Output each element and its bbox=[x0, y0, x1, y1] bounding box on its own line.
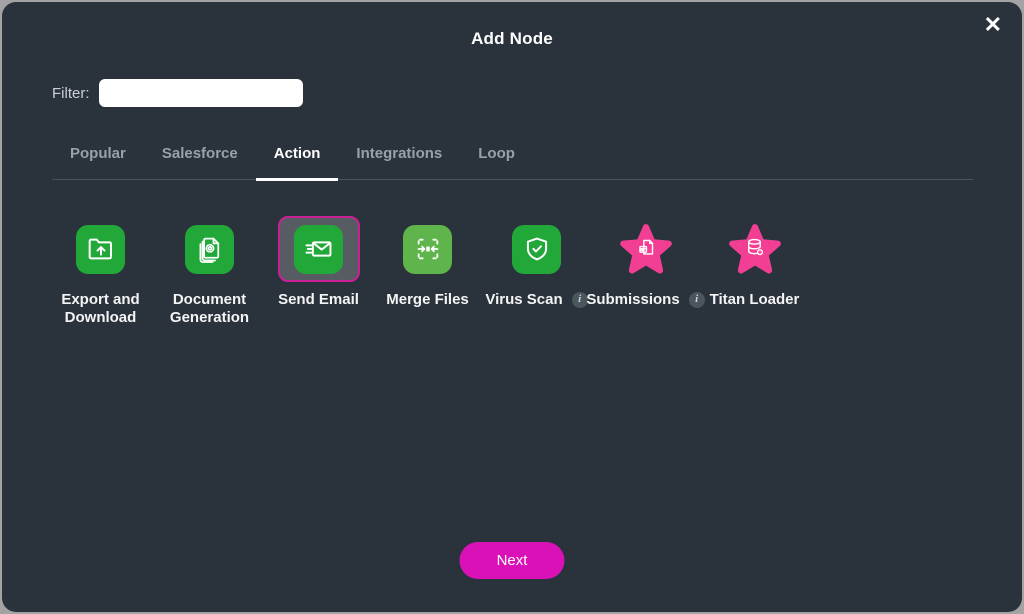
node-grid: Export and Download Document G bbox=[46, 216, 809, 327]
tile-label-text: Titan Loader bbox=[710, 291, 800, 309]
filter-label: Filter: bbox=[52, 85, 90, 102]
submission-document-icon bbox=[633, 234, 659, 260]
tile-label-text: Virus Scan bbox=[485, 291, 562, 309]
tile-label: Document Generation bbox=[155, 291, 264, 327]
tile-label-text: Send Email bbox=[278, 291, 359, 309]
light-green-square bbox=[403, 225, 452, 274]
green-square bbox=[512, 225, 561, 274]
tab-popular[interactable]: Popular bbox=[52, 137, 144, 179]
modal-title: Add Node bbox=[2, 29, 1022, 49]
green-square bbox=[294, 225, 343, 274]
tab-salesforce[interactable]: Salesforce bbox=[144, 137, 256, 179]
tab-action[interactable]: Action bbox=[256, 137, 339, 181]
tab-integrations[interactable]: Integrations bbox=[338, 137, 460, 179]
green-square bbox=[185, 225, 234, 274]
tile-icon-area bbox=[714, 216, 796, 282]
folder-upload-icon bbox=[85, 233, 117, 265]
close-icon[interactable]: ✕ bbox=[984, 14, 1002, 36]
node-tile-merge-files[interactable]: Merge Files bbox=[373, 216, 482, 327]
tile-label-text: Export and Download bbox=[46, 291, 155, 327]
node-tile-virus-scan[interactable]: Virus Scan i bbox=[482, 216, 591, 327]
selected-tile-highlight bbox=[278, 216, 360, 282]
tile-icon-area bbox=[387, 216, 469, 282]
node-tile-send-email[interactable]: Send Email bbox=[264, 216, 373, 327]
node-tile-document-generation[interactable]: Document Generation bbox=[155, 216, 264, 327]
tile-label: Merge Files bbox=[386, 291, 469, 309]
tile-icon-area bbox=[169, 216, 251, 282]
shield-check-icon bbox=[521, 233, 553, 265]
envelope-send-icon bbox=[303, 233, 335, 265]
tile-icon-area bbox=[60, 216, 142, 282]
document-gear-icon bbox=[194, 233, 226, 265]
tile-label-text: Merge Files bbox=[386, 291, 469, 309]
tile-icon-area bbox=[605, 216, 687, 282]
tab-bar: Popular Salesforce Action Integrations L… bbox=[52, 137, 973, 180]
tile-label: Submissions i bbox=[586, 291, 704, 309]
merge-arrows-icon bbox=[412, 233, 444, 265]
add-node-modal: Add Node ✕ Filter: Popular Salesforce Ac… bbox=[2, 2, 1022, 612]
node-tile-export-and-download[interactable]: Export and Download bbox=[46, 216, 155, 327]
green-square bbox=[76, 225, 125, 274]
tile-label: Virus Scan i bbox=[485, 291, 587, 309]
filter-input[interactable] bbox=[99, 79, 303, 107]
next-button[interactable]: Next bbox=[460, 542, 565, 579]
database-add-icon bbox=[742, 234, 768, 260]
tile-label: Titan Loader bbox=[710, 291, 800, 309]
tile-label: Export and Download bbox=[46, 291, 155, 327]
tab-loop[interactable]: Loop bbox=[460, 137, 533, 179]
tile-icon-area bbox=[496, 216, 578, 282]
pink-star bbox=[728, 222, 782, 276]
node-tile-titan-loader[interactable]: Titan Loader bbox=[700, 216, 809, 327]
node-tile-submissions[interactable]: Submissions i bbox=[591, 216, 700, 327]
info-icon[interactable]: i bbox=[572, 292, 588, 308]
tile-label: Send Email bbox=[278, 291, 359, 309]
pink-star bbox=[619, 222, 673, 276]
tile-label-text: Submissions bbox=[586, 291, 679, 309]
filter-row: Filter: bbox=[52, 79, 303, 107]
tile-label-text: Document Generation bbox=[155, 291, 264, 327]
